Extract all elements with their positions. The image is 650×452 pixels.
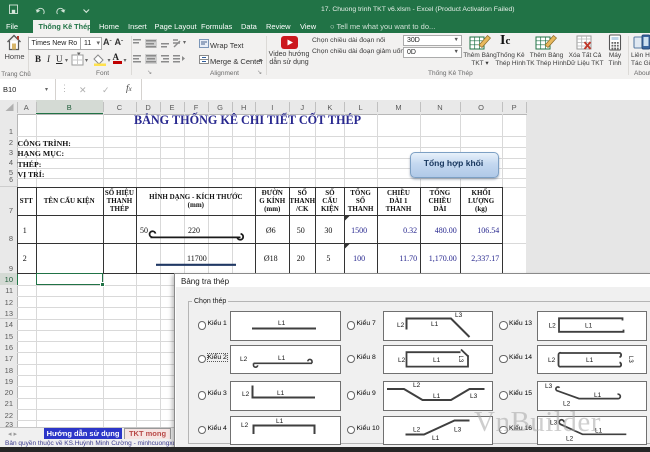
svg-text:L2: L2 — [241, 422, 249, 429]
svg-text:L1: L1 — [432, 435, 440, 442]
svg-text:L2: L2 — [240, 356, 248, 363]
svg-text:L2: L2 — [397, 322, 405, 329]
svg-text:L2: L2 — [413, 382, 421, 389]
svg-text:L3: L3 — [454, 427, 462, 434]
svg-text:L1: L1 — [586, 357, 594, 364]
svg-text:L2: L2 — [398, 357, 406, 364]
svg-text:L2: L2 — [549, 323, 557, 330]
svg-text:L1: L1 — [278, 355, 286, 362]
svg-text:L1: L1 — [585, 323, 593, 330]
svg-text:L1: L1 — [277, 390, 285, 397]
svg-text:L2: L2 — [413, 427, 421, 434]
svg-text:L2: L2 — [548, 357, 556, 364]
svg-text:L3: L3 — [457, 356, 463, 363]
svg-text:L1: L1 — [276, 418, 284, 425]
svg-text:L1: L1 — [433, 393, 441, 400]
svg-text:L1: L1 — [278, 320, 286, 327]
svg-text:L2: L2 — [242, 391, 250, 398]
svg-text:L3: L3 — [627, 356, 633, 363]
svg-text:L1: L1 — [594, 392, 602, 399]
svg-text:L3: L3 — [470, 393, 478, 400]
svg-text:L3: L3 — [455, 312, 463, 319]
svg-text:L1: L1 — [433, 357, 441, 364]
svg-text:L1: L1 — [431, 321, 439, 328]
svg-text:L3: L3 — [545, 383, 553, 390]
